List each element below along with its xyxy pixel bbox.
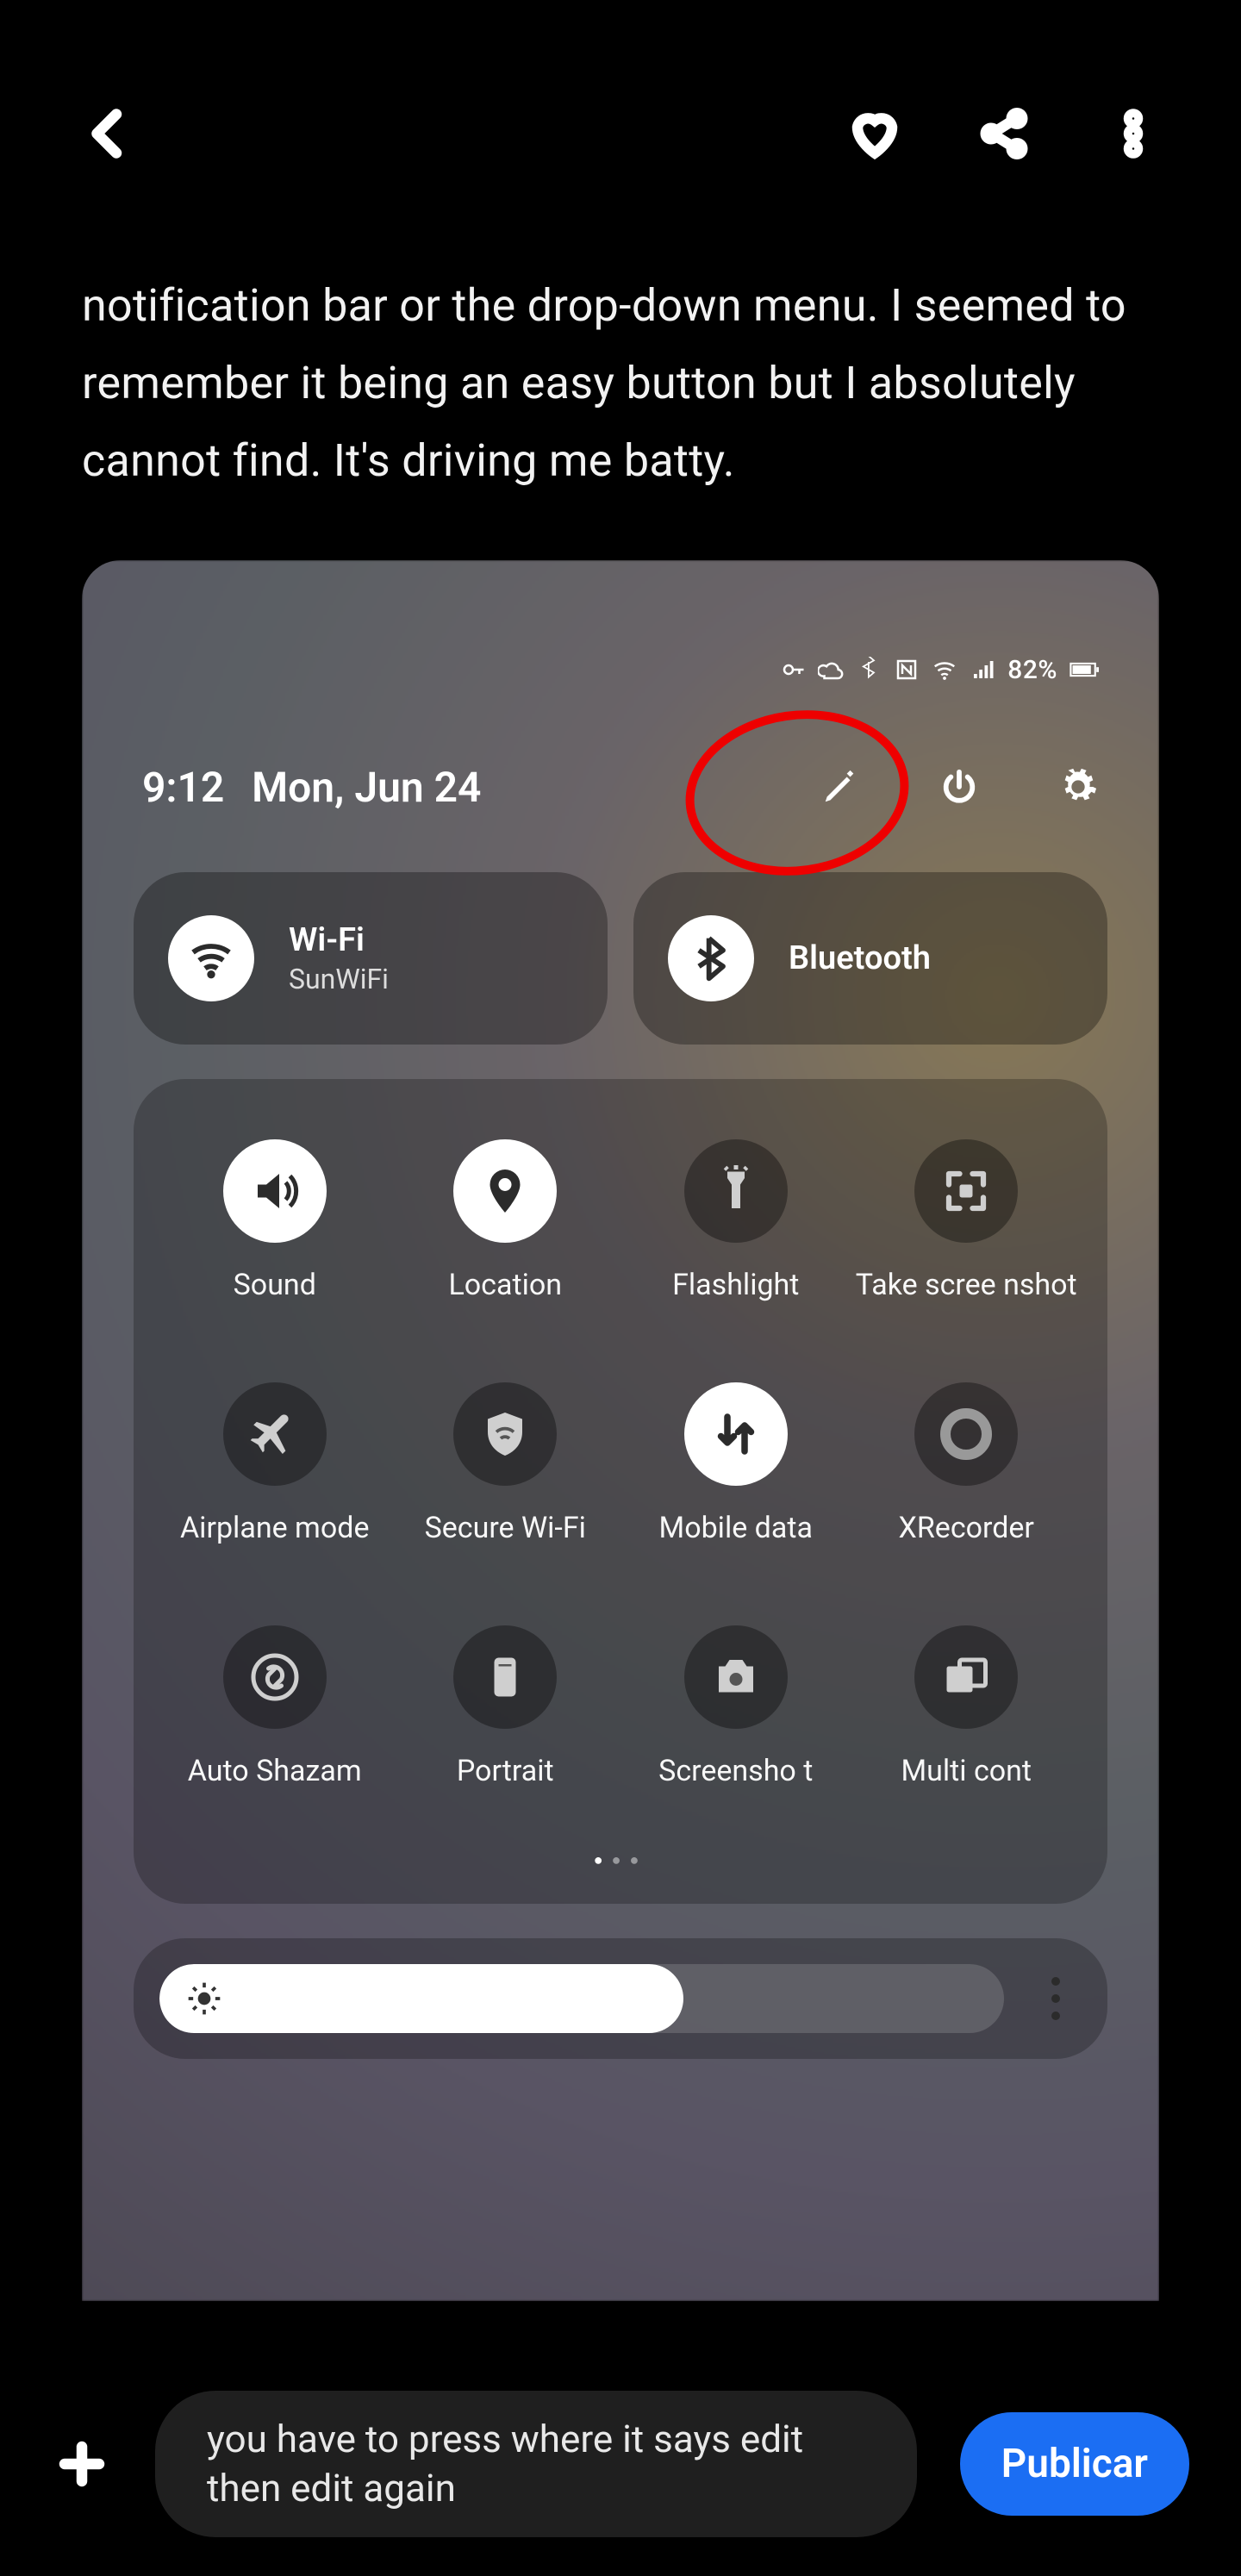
data-icon bbox=[684, 1382, 788, 1486]
battery-text: 82% bbox=[1007, 655, 1057, 685]
post-text: notification bar or the drop-down menu. … bbox=[82, 267, 1159, 500]
battery-icon bbox=[1070, 662, 1099, 677]
wifi-status-icon bbox=[932, 657, 957, 683]
wifi-tile[interactable]: Wi-Fi SunWiFi bbox=[134, 872, 608, 1045]
multi-icon bbox=[914, 1625, 1018, 1729]
tiles-panel: Sound Location Flashlight Take scree nshot A… bbox=[134, 1079, 1107, 1904]
more-vertical-icon bbox=[1030, 1977, 1082, 2020]
comment-draft-text: you have to press where it says edit the… bbox=[207, 2415, 865, 2513]
portrait-icon bbox=[453, 1625, 557, 1729]
wifi-label: Wi-Fi bbox=[289, 921, 389, 959]
settings-button[interactable] bbox=[1057, 766, 1099, 808]
brightness-slider[interactable] bbox=[159, 1964, 1004, 2033]
qs-tile-airplane[interactable]: Airplane mode bbox=[159, 1382, 390, 1582]
airplane-icon bbox=[223, 1382, 327, 1486]
plus-icon bbox=[56, 2438, 108, 2490]
more-vertical-icon bbox=[1107, 108, 1159, 159]
sound-icon bbox=[223, 1139, 327, 1243]
qs-tile-data[interactable]: Mobile data bbox=[620, 1382, 851, 1582]
chevron-left-icon bbox=[82, 108, 134, 159]
tile-label: Mobile data bbox=[659, 1510, 813, 1582]
qs-tile-sound[interactable]: Sound bbox=[159, 1139, 390, 1339]
qs-tile-portrait[interactable]: Portrait bbox=[390, 1625, 621, 1825]
brightness-row bbox=[134, 1938, 1107, 2059]
bluetooth-tile[interactable]: Bluetooth bbox=[633, 872, 1107, 1045]
bluetooth-icon-bg bbox=[668, 915, 754, 1001]
nfc-icon bbox=[894, 657, 920, 683]
brightness-more-button[interactable] bbox=[1030, 1977, 1082, 2020]
tile-label: Sound bbox=[234, 1267, 316, 1339]
heart-icon bbox=[849, 108, 901, 159]
compose-bar: you have to press where it says edit the… bbox=[0, 2352, 1241, 2576]
tile-label: Secure Wi-Fi bbox=[425, 1510, 586, 1582]
signal-icon bbox=[970, 657, 995, 683]
publish-button[interactable]: Publicar bbox=[960, 2412, 1189, 2516]
comment-input[interactable]: you have to press where it says edit the… bbox=[155, 2391, 917, 2537]
qs-tile-screenshot[interactable]: Take scree nshot bbox=[851, 1139, 1082, 1339]
tile-label: Airplane mode bbox=[180, 1510, 369, 1582]
qs-tile-recorder[interactable]: XRecorder bbox=[851, 1382, 1082, 1582]
vpn-key-icon bbox=[780, 657, 806, 683]
bluetooth-status-icon bbox=[856, 657, 882, 683]
location-icon bbox=[453, 1139, 557, 1243]
wifi-network: SunWiFi bbox=[289, 963, 389, 995]
brightness-fill bbox=[159, 1964, 683, 2033]
tile-label: Take scree nshot bbox=[856, 1267, 1077, 1339]
more-button[interactable] bbox=[1103, 103, 1163, 164]
cloud-icon bbox=[818, 657, 844, 683]
quick-settings-panel: 82% 9:12 Mon, Jun 24 bbox=[82, 560, 1159, 2301]
clock-date: 9:12 Mon, Jun 24 bbox=[142, 763, 481, 812]
shield-icon bbox=[453, 1382, 557, 1486]
status-bar: 82% bbox=[134, 655, 1107, 685]
shazam-icon bbox=[223, 1625, 327, 1729]
power-icon bbox=[939, 767, 979, 807]
qs-tile-shazam[interactable]: Auto Shazam bbox=[159, 1625, 390, 1825]
tile-label: Auto Shazam bbox=[188, 1753, 362, 1825]
add-attachment-button[interactable] bbox=[52, 2434, 112, 2494]
red-annotation-circle bbox=[675, 696, 920, 889]
tile-label: Location bbox=[448, 1267, 562, 1339]
clock-day: Mon, Jun 24 bbox=[252, 763, 481, 812]
sun-icon bbox=[185, 1980, 223, 2018]
page-indicator: ●●● bbox=[159, 1851, 1082, 1869]
tile-label: XRecorder bbox=[899, 1510, 1034, 1582]
qs-tile-flashlight[interactable]: Flashlight bbox=[620, 1139, 851, 1339]
favorite-button[interactable] bbox=[845, 103, 905, 164]
wifi-icon bbox=[187, 934, 235, 982]
clock-time: 9:12 bbox=[142, 763, 224, 812]
camera-icon bbox=[684, 1625, 788, 1729]
power-button[interactable] bbox=[939, 766, 980, 808]
publish-label: Publicar bbox=[1001, 2441, 1148, 2487]
bluetooth-icon bbox=[687, 934, 735, 982]
screenshot-icon bbox=[914, 1139, 1018, 1243]
qs-tile-shield[interactable]: Secure Wi-Fi bbox=[390, 1382, 621, 1582]
recorder-icon bbox=[914, 1382, 1018, 1486]
time-row: 9:12 Mon, Jun 24 bbox=[134, 763, 1107, 812]
attached-screenshot[interactable]: 82% 9:12 Mon, Jun 24 bbox=[82, 560, 1159, 2301]
connectivity-row: Wi-Fi SunWiFi Bluetooth bbox=[134, 872, 1107, 1045]
flashlight-icon bbox=[684, 1139, 788, 1243]
qs-tile-multi[interactable]: Multi cont bbox=[851, 1625, 1082, 1825]
share-icon bbox=[978, 108, 1030, 159]
tile-label: Multi cont bbox=[901, 1753, 1032, 1825]
tile-label: Screensho t bbox=[658, 1753, 813, 1825]
qs-tile-camera[interactable]: Screensho t bbox=[620, 1625, 851, 1825]
wifi-icon-bg bbox=[168, 915, 254, 1001]
app-top-bar bbox=[0, 0, 1241, 267]
post-body: notification bar or the drop-down menu. … bbox=[0, 267, 1241, 500]
back-button[interactable] bbox=[78, 103, 138, 164]
bluetooth-label: Bluetooth bbox=[789, 939, 931, 977]
share-button[interactable] bbox=[974, 103, 1034, 164]
qs-tile-location[interactable]: Location bbox=[390, 1139, 621, 1339]
tile-label: Flashlight bbox=[672, 1267, 799, 1339]
gear-icon bbox=[1058, 767, 1098, 807]
tile-label: Portrait bbox=[457, 1753, 554, 1825]
